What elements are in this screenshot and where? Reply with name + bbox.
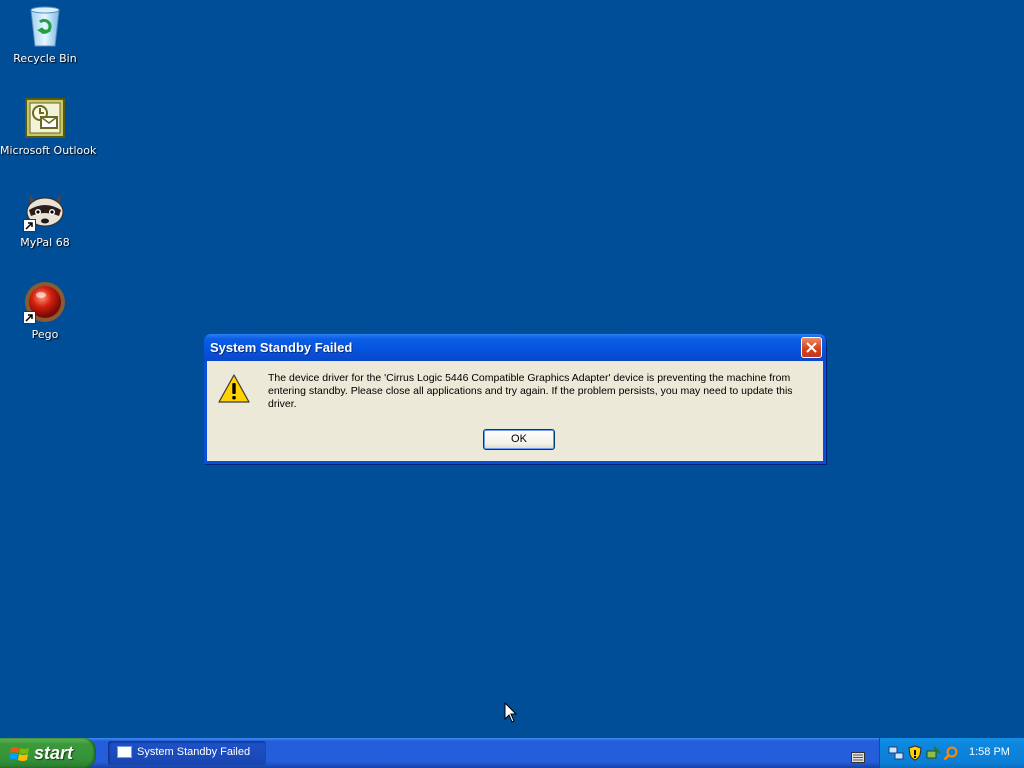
windows-flag-icon (10, 747, 29, 761)
desktop-icon-recycle-bin[interactable]: Recycle Bin (0, 4, 90, 65)
desktop: Recycle Bin Microsoft Outlook MyPal 68 P… (0, 0, 1024, 738)
window-icon (117, 746, 132, 758)
start-button[interactable]: start (0, 738, 96, 768)
ok-button[interactable]: OK (483, 429, 555, 450)
network-icon[interactable] (888, 745, 904, 761)
mypal-icon (23, 188, 67, 232)
search-magnifier-icon[interactable] (943, 745, 959, 761)
security-shield-icon[interactable] (907, 745, 923, 761)
taskbar-button-system-standby-failed[interactable]: System Standby Failed (108, 741, 266, 765)
desktop-icon-label: MyPal 68 (20, 236, 70, 249)
start-label: start (34, 743, 74, 763)
close-button[interactable] (801, 337, 822, 358)
mouse-cursor-icon (504, 701, 518, 728)
desktop-icon-label: Microsoft Outlook (0, 144, 97, 157)
desktop-icon-label: Pego (31, 328, 59, 341)
clock: 1:58 PM (969, 746, 1010, 758)
recycle-bin-icon (23, 4, 67, 48)
desktop-icon-label: Recycle Bin (13, 52, 77, 65)
outlook-icon (23, 96, 67, 140)
warning-icon (218, 373, 250, 405)
system-tray: 1:58 PM (879, 738, 1024, 768)
dialog-body: The device driver for the 'Cirrus Logic … (207, 361, 823, 461)
dialog-message: The device driver for the 'Cirrus Logic … (268, 372, 793, 410)
shortcut-arrow-icon (23, 219, 36, 232)
desktop-icon-pego[interactable]: Pego (0, 280, 90, 341)
desktop-icon-microsoft-outlook[interactable]: Microsoft Outlook (0, 96, 97, 157)
taskbar-button-label: System Standby Failed (137, 746, 251, 758)
taskbar: start System Standby Failed 1:58 PM (0, 738, 1024, 768)
dialog-titlebar[interactable]: System Standby Failed (204, 334, 826, 361)
standby-failed-dialog: System Standby Failed The device driver … (204, 334, 826, 464)
shortcut-arrow-icon (23, 311, 36, 324)
close-icon (806, 342, 817, 353)
safely-remove-hardware-icon[interactable] (925, 745, 941, 761)
desktop-icon-mypal[interactable]: MyPal 68 (0, 188, 90, 249)
dialog-title: System Standby Failed (210, 340, 353, 355)
pego-icon (23, 280, 67, 324)
keyboard-icon[interactable] (851, 748, 865, 767)
